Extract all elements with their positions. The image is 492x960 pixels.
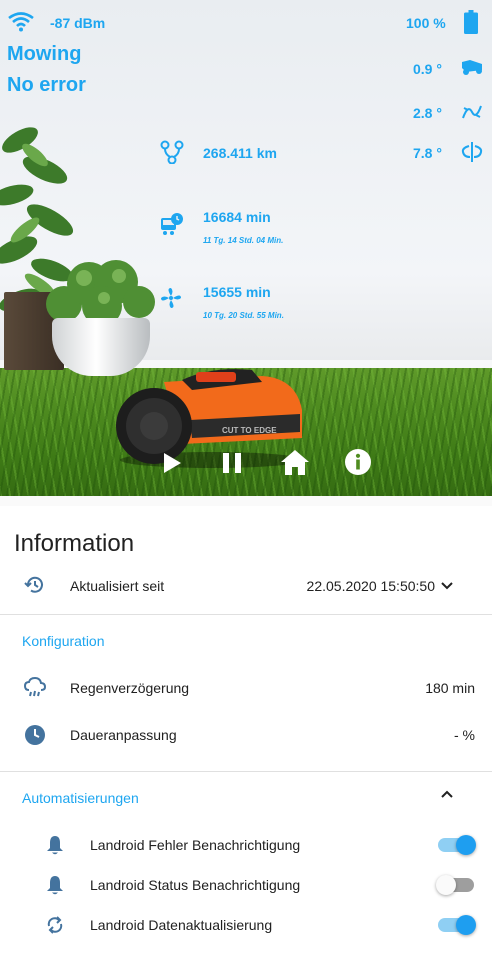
toggle-knob: [456, 915, 476, 935]
mower-error: No error: [7, 74, 86, 96]
automation-label: Landroid Datenaktualisierung: [90, 917, 273, 933]
blade-time-value: 16684 min: [203, 209, 271, 225]
updated-label: Aktualisiert seit: [70, 578, 165, 594]
play-button[interactable]: [160, 450, 184, 476]
pitch-icon: [462, 60, 482, 75]
automation-toggle-status[interactable]: [436, 875, 474, 895]
pitch-value: 0.9 °: [413, 61, 442, 77]
work-time-value: 15655 min: [203, 284, 271, 300]
yaw-icon: [461, 142, 483, 162]
rain-delay-label: Regenverzögerung: [70, 680, 190, 696]
route-distance-icon: [160, 140, 184, 164]
bell-icon: [47, 876, 63, 895]
divider: [0, 614, 492, 615]
pause-button[interactable]: [220, 451, 244, 475]
yaw-value: 7.8 °: [413, 145, 442, 161]
bell-icon: [47, 836, 63, 855]
distance-value: 268.411 km: [203, 145, 277, 161]
signal-strength: -87 dBm: [50, 15, 106, 31]
wifi-icon: [8, 12, 34, 32]
sync-icon: [47, 916, 63, 934]
mower-brand-label: CUT TO EDGE: [222, 426, 277, 435]
updated-value[interactable]: 22.05.2020 15:50:50: [280, 578, 435, 594]
work-time-detail: 10 Tg. 20 Std. 55 Min.: [203, 311, 284, 320]
mower-state: Mowing: [7, 43, 82, 65]
information-panel: Information Aktualisiert seit 22.05.2020…: [0, 506, 492, 960]
battery-level: 100 %: [406, 15, 446, 31]
home-button[interactable]: [279, 448, 311, 476]
chevron-up-icon[interactable]: [439, 786, 455, 802]
config-section-title: Konfiguration: [22, 633, 105, 649]
blade-time-icon: [161, 213, 183, 235]
clock-icon: [25, 725, 45, 745]
time-extension-label: Daueranpassung: [70, 727, 177, 743]
panel-title: Information: [14, 530, 135, 557]
mower-status-card: CUT TO EDGE -87 dBm 100 % Mowing No erro…: [0, 0, 492, 496]
divider: [0, 771, 492, 772]
automation-label: Landroid Status Benachrichtigung: [90, 877, 301, 893]
roll-value: 2.8 °: [413, 105, 442, 121]
info-button[interactable]: [344, 448, 372, 476]
fan-icon: [161, 288, 181, 308]
roll-icon: [462, 105, 482, 119]
blade-time-detail: 11 Tg. 14 Std. 04 Min.: [203, 236, 284, 245]
rain-icon: [24, 676, 46, 697]
automation-label: Landroid Fehler Benachrichtigung: [90, 837, 301, 853]
chevron-down-icon[interactable]: [439, 578, 455, 594]
automation-toggle-error[interactable]: [438, 835, 476, 855]
bush-image: [46, 260, 155, 326]
automation-toggle-update[interactable]: [438, 915, 476, 935]
toggle-knob: [456, 835, 476, 855]
rain-delay-value: 180 min: [425, 680, 475, 696]
toggle-knob: [436, 875, 456, 895]
time-extension-value: - %: [454, 727, 475, 743]
history-icon: [24, 576, 43, 593]
automations-section-title: Automatisierungen: [22, 790, 139, 806]
battery-icon: [464, 10, 478, 34]
